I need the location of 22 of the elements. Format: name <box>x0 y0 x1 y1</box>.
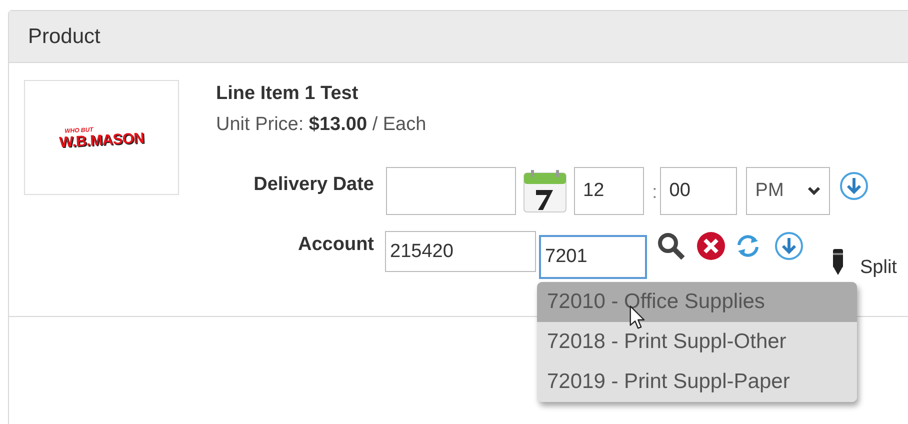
unit-price: Unit Price: $13.00 / Each <box>216 112 426 136</box>
suggestion-item[interactable]: 72018 - Print Suppl-Other <box>537 322 857 362</box>
account-field[interactable]: 215420 <box>385 231 536 272</box>
download-icon[interactable] <box>774 231 804 261</box>
minute-field[interactable]: 00 <box>660 167 738 215</box>
hour-field[interactable]: 12 <box>574 167 644 215</box>
suggestion-item[interactable]: 72019 - Print Suppl-Paper <box>537 362 857 402</box>
calendar-icon[interactable] <box>523 170 567 213</box>
field-label: Account <box>297 233 374 257</box>
search-icon[interactable] <box>656 231 686 261</box>
pencil-icon[interactable] <box>831 249 845 275</box>
field-label: Delivery Date <box>252 173 374 197</box>
product-name: Line Item 1 Test <box>216 82 360 106</box>
clear-icon[interactable] <box>696 231 726 261</box>
chevron-down-icon <box>807 186 822 196</box>
ampm-dropdown[interactable]: PM <box>746 167 830 215</box>
date-field[interactable] <box>386 167 516 215</box>
download-icon[interactable] <box>839 171 870 201</box>
time-separator: : <box>652 181 658 205</box>
split-link[interactable]: Split <box>860 254 897 282</box>
panel-title: Product <box>28 24 100 50</box>
subaccount-field[interactable]: 7201 <box>539 235 647 279</box>
